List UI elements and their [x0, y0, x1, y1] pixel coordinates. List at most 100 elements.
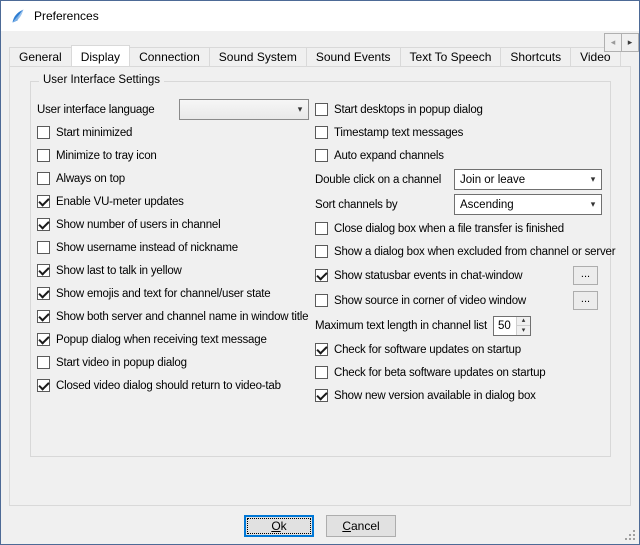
- checkbox-label: Check for beta software updates on start…: [334, 367, 546, 379]
- tab-shortcuts[interactable]: Shortcuts: [500, 47, 571, 66]
- checkbox-row-username-instead-nickname[interactable]: Show username instead of nickname: [37, 236, 309, 259]
- max-text-length-row: Maximum text length in channel list 50 ▴…: [315, 313, 602, 338]
- checkbox[interactable]: [315, 149, 328, 162]
- checkbox-label: Auto expand channels: [334, 150, 444, 162]
- combobox-value: Join or leave: [460, 174, 525, 186]
- resize-grip[interactable]: [624, 529, 636, 541]
- max-text-length-label: Maximum text length in channel list: [315, 320, 487, 332]
- chevron-down-icon: ▾: [585, 199, 601, 210]
- checkbox[interactable]: [37, 379, 50, 392]
- checkbox-row-start-minimized[interactable]: Start minimized: [37, 121, 309, 144]
- checkbox-label: Popup dialog when receiving text message: [56, 334, 267, 346]
- checkbox[interactable]: [315, 245, 328, 258]
- double-click-label: Double click on a channel: [315, 174, 441, 186]
- checkbox-row-emojis-text[interactable]: Show emojis and text for channel/user st…: [37, 282, 309, 305]
- checkbox[interactable]: [315, 103, 328, 116]
- checkbox-row-popup-text-message[interactable]: Popup dialog when receiving text message: [37, 328, 309, 351]
- checkbox[interactable]: [37, 241, 50, 254]
- tab-scroll-buttons: ◂ ▸: [604, 33, 639, 52]
- tab-display[interactable]: Display: [71, 45, 130, 66]
- checkbox-row-auto-expand-channels[interactable]: Auto expand channels: [315, 144, 602, 167]
- checkbox[interactable]: [37, 195, 50, 208]
- sort-channels-label: Sort channels by: [315, 199, 397, 211]
- checkbox[interactable]: [37, 218, 50, 231]
- right-column: Start desktops in popup dialog Timestamp…: [315, 98, 602, 407]
- checkbox-row-timestamp-messages[interactable]: Timestamp text messages: [315, 121, 602, 144]
- app-icon: [10, 8, 26, 24]
- checkbox-label: Show username instead of nickname: [56, 242, 238, 254]
- checkbox[interactable]: [37, 310, 50, 323]
- window-title: Preferences: [34, 9, 99, 23]
- ok-button[interactable]: Ok: [244, 515, 314, 537]
- spin-down-icon[interactable]: ▾: [517, 325, 530, 335]
- checkbox[interactable]: [315, 294, 328, 307]
- checkbox-row-show-user-count[interactable]: Show number of users in channel: [37, 213, 309, 236]
- titlebar[interactable]: Preferences: [1, 1, 639, 31]
- checkbox[interactable]: [37, 333, 50, 346]
- video-source-corner-row[interactable]: Show source in corner of video window ..…: [315, 288, 602, 313]
- checkbox-label: Show statusbar events in chat-window: [334, 270, 522, 282]
- tab-sound-system[interactable]: Sound System: [209, 47, 307, 66]
- checkbox-row-check-updates[interactable]: Check for software updates on startup: [315, 338, 602, 361]
- checkbox-label: Show source in corner of video window: [334, 295, 526, 307]
- tab-general[interactable]: General: [9, 47, 72, 66]
- checkbox[interactable]: [315, 343, 328, 356]
- tab-panel: User Interface Settings User interface l…: [9, 66, 631, 506]
- statusbar-events-row[interactable]: Show statusbar events in chat-window ...: [315, 263, 602, 288]
- checkbox[interactable]: [37, 149, 50, 162]
- statusbar-events-ellipsis-button[interactable]: ...: [573, 266, 598, 285]
- checkbox-label: Show a dialog box when excluded from cha…: [334, 246, 615, 258]
- checkbox-row-video-popup[interactable]: Start video in popup dialog: [37, 351, 309, 374]
- checkbox-label: Check for software updates on startup: [334, 344, 521, 356]
- tab-sound-events[interactable]: Sound Events: [306, 47, 401, 66]
- checkbox[interactable]: [37, 172, 50, 185]
- tab-connection[interactable]: Connection: [129, 47, 210, 66]
- chevron-down-icon: ▾: [585, 174, 601, 185]
- sort-channels-combobox[interactable]: Ascending ▾: [454, 194, 602, 215]
- checkbox-row-start-desktops-popup[interactable]: Start desktops in popup dialog: [315, 98, 602, 121]
- checkbox-label: Enable VU-meter updates: [56, 196, 184, 208]
- checkbox[interactable]: [315, 269, 328, 282]
- cancel-button-label: Cancel: [342, 519, 379, 533]
- checkbox-row-dialog-when-excluded[interactable]: Show a dialog box when excluded from cha…: [315, 240, 602, 263]
- checkbox-row-closed-video-return[interactable]: Closed video dialog should return to vid…: [37, 374, 309, 397]
- tab-text-to-speech[interactable]: Text To Speech: [400, 47, 502, 66]
- checkbox[interactable]: [37, 264, 50, 277]
- ui-settings-group: User Interface Settings User interface l…: [30, 81, 611, 457]
- checkbox[interactable]: [315, 366, 328, 379]
- dialog-content: General Display Connection Sound System …: [1, 31, 639, 544]
- checkbox-label: Start desktops in popup dialog: [334, 104, 483, 116]
- language-combobox[interactable]: ▾: [179, 99, 309, 120]
- left-column: User interface language ▾ Start minimize…: [37, 98, 309, 407]
- checkbox-label: Always on top: [56, 173, 125, 185]
- checkbox-row-new-version-dialog[interactable]: Show new version available in dialog box: [315, 384, 602, 407]
- double-click-combobox[interactable]: Join or leave ▾: [454, 169, 602, 190]
- ok-button-label: Ok: [271, 519, 286, 533]
- checkbox[interactable]: [315, 126, 328, 139]
- chevron-down-icon: ▾: [292, 104, 308, 115]
- checkbox-label: Show number of users in channel: [56, 219, 220, 231]
- tab-scroll-left-icon[interactable]: ◂: [604, 33, 622, 52]
- checkbox-row-minimize-to-tray[interactable]: Minimize to tray icon: [37, 144, 309, 167]
- checkbox[interactable]: [37, 287, 50, 300]
- max-text-length-spinner[interactable]: 50 ▴ ▾: [493, 316, 531, 336]
- checkbox-row-server-channel-title[interactable]: Show both server and channel name in win…: [37, 305, 309, 328]
- double-click-channel-row: Double click on a channel Join or leave …: [315, 167, 602, 192]
- spin-up-icon[interactable]: ▴: [517, 317, 530, 326]
- checkbox-row-last-to-talk[interactable]: Show last to talk in yellow: [37, 259, 309, 282]
- checkbox-row-check-beta-updates[interactable]: Check for beta software updates on start…: [315, 361, 602, 384]
- checkbox[interactable]: [315, 389, 328, 402]
- checkbox-row-close-on-transfer-finished[interactable]: Close dialog box when a file transfer is…: [315, 217, 602, 240]
- cancel-button[interactable]: Cancel: [326, 515, 396, 537]
- checkbox[interactable]: [315, 222, 328, 235]
- checkbox-row-always-on-top[interactable]: Always on top: [37, 167, 309, 190]
- tab-scroll-right-icon[interactable]: ▸: [621, 33, 639, 52]
- checkbox-label: Start video in popup dialog: [56, 357, 187, 369]
- checkbox[interactable]: [37, 356, 50, 369]
- checkbox[interactable]: [37, 126, 50, 139]
- spinner-buttons: ▴ ▾: [516, 317, 530, 335]
- checkbox-row-vu-meter[interactable]: Enable VU-meter updates: [37, 190, 309, 213]
- checkbox-label: Timestamp text messages: [334, 127, 463, 139]
- checkbox-label: Show both server and channel name in win…: [56, 311, 308, 323]
- video-source-ellipsis-button[interactable]: ...: [573, 291, 598, 310]
